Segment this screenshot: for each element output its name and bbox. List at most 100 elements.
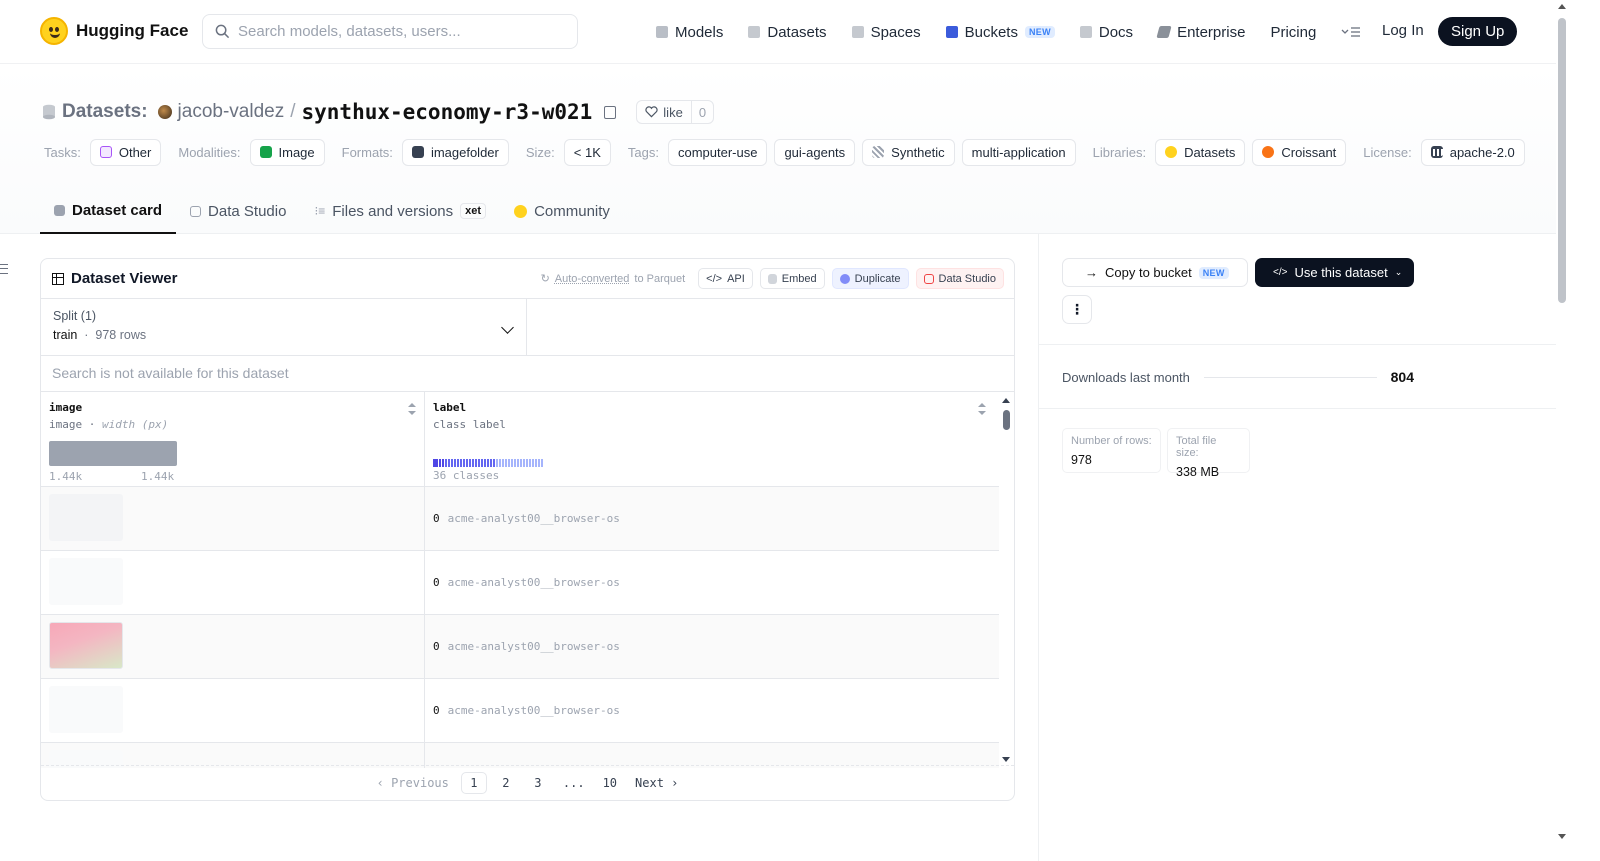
tag-synthetic[interactable]: Synthetic [862,138,955,166]
class-segment[interactable] [460,459,462,467]
tab-data-studio[interactable]: Data Studio [176,188,300,234]
tab-dataset-card[interactable]: Dataset card [40,188,177,234]
tag-library-datasets[interactable]: Datasets [1155,138,1246,166]
class-segment[interactable] [493,459,495,467]
copy-icon[interactable] [604,105,617,119]
sort-icon[interactable] [408,403,416,415]
search-box[interactable] [202,14,578,49]
embed-button[interactable]: Embed [759,268,825,289]
class-segment[interactable] [499,459,501,467]
search-input[interactable] [238,23,558,40]
table-row[interactable]: 0 acme-analyst00__browser-os [41,551,1014,615]
class-segment[interactable] [541,459,543,467]
scroll-thumb[interactable] [1003,410,1010,430]
login-link[interactable]: Log In [1382,22,1424,39]
scroll-down-icon[interactable] [1558,834,1566,839]
class-segment[interactable] [490,459,492,467]
class-segment[interactable] [529,459,531,467]
brand-logo[interactable]: Hugging Face [40,17,188,45]
class-segment[interactable] [496,459,498,467]
scroll-thumb[interactable] [1558,18,1566,303]
tag-multi-application[interactable]: multi-application [961,138,1076,166]
table-row[interactable]: 0 acme-analyst00__browser-os [41,615,1014,679]
table-row[interactable]: 0 acme-analyst00__browser-os [41,679,1014,743]
repo-name[interactable]: synthux-economy-r3-w021 [302,100,593,124]
sort-icon[interactable] [978,403,986,415]
tab-community[interactable]: Community [500,188,624,234]
class-segment[interactable] [523,459,525,467]
width-histogram-bar[interactable] [49,441,177,466]
class-segment[interactable] [439,459,441,467]
scroll-up-icon[interactable] [1002,398,1010,403]
image-thumbnail[interactable] [49,494,123,541]
tab-files-and-versions[interactable]: ⁝≡ Files and versions xet [300,188,500,234]
page-1[interactable]: 1 [460,772,487,794]
class-segment[interactable] [484,459,486,467]
more-options-icon[interactable]: ⋮ [1062,295,1092,324]
nav-pricing[interactable]: Pricing [1270,24,1316,41]
class-segment[interactable] [472,459,474,467]
table-scrollbar[interactable] [999,392,1014,768]
image-thumbnail[interactable] [49,558,123,605]
like-button[interactable]: like 0 [636,100,715,124]
tag-library-croissant[interactable]: Croissant [1252,138,1347,166]
column-header-label[interactable]: label class label 36 classes [425,392,1000,486]
class-segment[interactable] [463,459,465,467]
data-studio-button[interactable]: Data Studio [915,268,1004,289]
page-scrollbar[interactable] [1556,0,1568,861]
tag-computer-use[interactable]: computer-use [667,138,768,166]
auto-converted-link[interactable]: Auto-converted [555,273,630,285]
class-segment[interactable] [520,459,522,467]
page-10[interactable]: 10 [597,772,623,794]
class-segment[interactable] [445,459,447,467]
nav-enterprise[interactable]: Enterprise [1156,24,1245,41]
scroll-down-icon[interactable] [1002,757,1010,762]
scroll-up-icon[interactable] [1558,4,1566,9]
class-distribution-bar[interactable] [433,459,543,467]
class-segment[interactable] [454,459,456,467]
class-segment[interactable] [433,459,438,467]
class-segment[interactable] [478,459,480,467]
tag-gui-agents[interactable]: gui-agents [774,138,856,166]
tag-modality[interactable]: Image [249,138,325,166]
tag-task[interactable]: Other [89,138,162,166]
class-segment[interactable] [532,459,534,467]
class-segment[interactable] [535,459,537,467]
tag-format[interactable]: imagefolder [401,138,509,166]
more-menu-icon[interactable] [1341,26,1361,38]
split-dropdown[interactable]: Split (1) train · 978 rows [41,299,527,355]
class-segment[interactable] [538,459,540,467]
class-segment[interactable] [457,459,459,467]
class-segment[interactable] [526,459,528,467]
owner-link[interactable]: jacob-valdez [178,101,285,123]
use-this-dataset-button[interactable]: </> Use this dataset ⌄ [1255,258,1414,287]
image-thumbnail[interactable] [49,622,123,669]
nav-buckets[interactable]: Buckets NEW [945,24,1055,41]
page-3[interactable]: 3 [525,772,551,794]
nav-datasets[interactable]: Datasets [748,24,827,41]
class-segment[interactable] [451,459,453,467]
tag-size[interactable]: < 1K [563,138,611,166]
signup-button[interactable]: Sign Up [1438,17,1518,46]
class-segment[interactable] [511,459,513,467]
nav-spaces[interactable]: Spaces [851,24,921,41]
class-segment[interactable] [517,459,519,467]
class-segment[interactable] [514,459,516,467]
table-row[interactable]: 0 acme-analyst00__browser-os [41,487,1014,551]
nav-models[interactable]: Models [656,24,723,41]
class-segment[interactable] [466,459,468,467]
class-segment[interactable] [505,459,507,467]
class-segment[interactable] [502,459,504,467]
class-segment[interactable] [475,459,477,467]
tag-license[interactable]: apache-2.0 [1420,138,1525,166]
column-header-image[interactable]: image image · width (px) 1.44k 1.44k [41,392,425,486]
next-page[interactable]: Next › [629,772,684,794]
copy-to-bucket-button[interactable]: → Copy to bucket NEW [1062,258,1248,287]
api-button[interactable]: </> API [698,268,753,289]
page-2[interactable]: 2 [493,772,519,794]
duplicate-button[interactable]: Duplicate [831,268,909,289]
class-segment[interactable] [469,459,471,467]
class-segment[interactable] [487,459,489,467]
nav-docs[interactable]: Docs [1079,24,1133,41]
class-segment[interactable] [481,459,483,467]
